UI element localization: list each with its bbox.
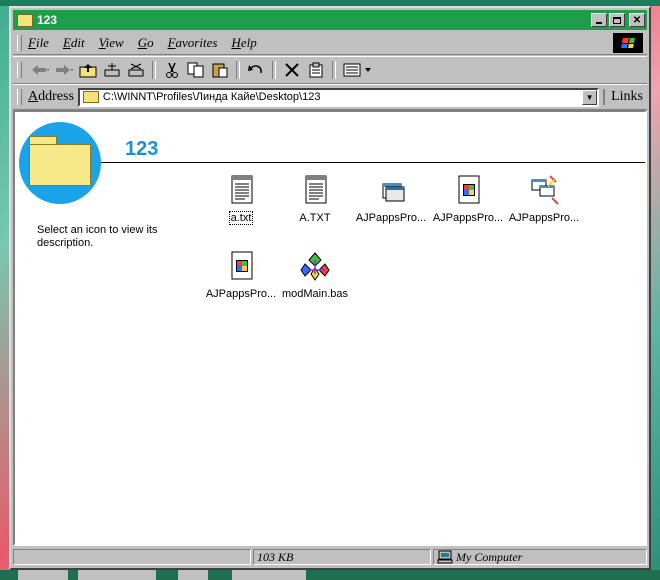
folder-title: 123 [125, 138, 159, 160]
file-item[interactable]: A.TXT [277, 174, 353, 224]
vb-workspace-icon [528, 174, 560, 206]
address-bar: Address C:\WINNT\Profiles\Линда Кайе\Des… [13, 84, 647, 110]
menu-view[interactable]: View [99, 35, 124, 51]
up-button[interactable] [77, 60, 99, 80]
file-item[interactable]: AJPappsPro... [430, 174, 506, 224]
close-button[interactable]: ✕ [629, 13, 645, 27]
toolbar-separator [272, 61, 276, 79]
status-location-panel: My Computer [433, 549, 647, 565]
undo-icon [248, 65, 262, 74]
taskbar [0, 570, 660, 580]
file-item[interactable]: modMain.bas [277, 250, 353, 300]
delete-button[interactable] [281, 60, 303, 80]
disconnect-icon [128, 63, 144, 77]
taskbar-button[interactable] [232, 570, 306, 580]
undo-button[interactable] [245, 60, 267, 80]
forward-button[interactable] [53, 60, 75, 80]
file-item[interactable]: a.txt [203, 174, 279, 225]
text-file-icon [299, 174, 331, 206]
properties-icon [309, 62, 323, 78]
menu-bar: File Edit View Go Favorites Help [13, 32, 647, 55]
address-input[interactable]: C:\WINNT\Profiles\Линда Кайе\Desktop\123… [77, 87, 600, 107]
menu-grip[interactable] [17, 35, 22, 51]
links-button[interactable]: Links [603, 89, 643, 105]
minimize-button[interactable] [591, 13, 607, 27]
vb-project-icon [225, 250, 257, 282]
views-button[interactable] [341, 60, 375, 80]
standard-toolbar [13, 56, 647, 84]
up-folder-icon [79, 64, 97, 78]
explorer-window: 123 ✕ File Edit View Go Favorites Help A… [9, 6, 651, 570]
chevron-down-icon: ▼ [585, 92, 594, 102]
toolbar-separator [236, 61, 240, 79]
toolbar-separator [332, 61, 336, 79]
title-divider [101, 162, 645, 163]
views-icon [343, 63, 371, 77]
paste-icon [212, 63, 228, 78]
vb-module-icon [299, 250, 331, 282]
menu-go[interactable]: Go [138, 35, 154, 51]
close-icon: ✕ [632, 14, 642, 26]
forward-icon [56, 65, 73, 75]
back-button[interactable] [29, 60, 51, 80]
menu-favorites[interactable]: Favorites [168, 35, 218, 51]
folder-view[interactable]: 123 Select an icon to view its descripti… [13, 110, 647, 546]
taskbar-button[interactable] [178, 570, 208, 580]
taskbar-button[interactable] [18, 570, 68, 580]
paste-button[interactable] [209, 60, 231, 80]
disconnect-button[interactable] [125, 60, 147, 80]
maximize-button[interactable] [609, 13, 625, 27]
taskbar-button[interactable] [78, 570, 156, 580]
address-value: C:\WINNT\Profiles\Линда Кайе\Desktop\123 [102, 91, 321, 103]
status-size: 103 KB [253, 549, 431, 565]
address-dropdown-button[interactable]: ▼ [582, 89, 598, 105]
file-name: AJPappsPro... [432, 212, 504, 224]
menu-file[interactable]: File [28, 35, 49, 51]
text-file-icon [225, 174, 257, 206]
folder-icon [17, 13, 33, 27]
toolbar-separator [152, 61, 156, 79]
file-name: AJPappsPro... [205, 288, 277, 300]
file-item[interactable]: AJPappsPro... [506, 174, 582, 224]
status-panel-empty [13, 549, 251, 565]
file-item[interactable]: AJPappsPro... [203, 250, 279, 300]
status-location: My Computer [456, 549, 523, 564]
file-name: a.txt [228, 211, 254, 225]
copy-button[interactable] [185, 60, 207, 80]
window-title: 123 [37, 13, 58, 27]
maximize-icon [613, 16, 621, 24]
delete-icon [285, 63, 299, 77]
file-name: A.TXT [299, 212, 331, 224]
minimize-icon [596, 22, 602, 24]
file-name: modMain.bas [281, 288, 349, 300]
copy-icon [187, 62, 204, 78]
status-bar: 103 KB My Computer [13, 548, 647, 566]
file-name: AJPappsPro... [508, 212, 580, 224]
title-bar[interactable]: 123 ✕ [13, 10, 647, 30]
map-drive-icon [104, 63, 120, 77]
address-label: Address [28, 89, 74, 104]
large-folder-icon [29, 144, 91, 186]
file-name: AJPappsPro... [355, 212, 427, 224]
file-item[interactable]: AJPappsPro... [353, 174, 429, 224]
menu-edit[interactable]: Edit [63, 35, 85, 51]
address-grip[interactable] [17, 89, 22, 105]
folder-description: Select an icon to view its description. [37, 224, 158, 249]
computer-icon [437, 550, 453, 564]
vb-project-icon [452, 174, 484, 206]
back-icon [32, 65, 49, 75]
toolbar-grip[interactable] [17, 62, 22, 78]
cut-button[interactable] [161, 60, 183, 80]
menu-help[interactable]: Help [231, 35, 256, 51]
windows-logo-icon [613, 33, 643, 53]
folder-icon [82, 91, 99, 103]
map-drive-button[interactable] [101, 60, 123, 80]
properties-button[interactable] [305, 60, 327, 80]
cut-icon [166, 62, 178, 78]
vb-group-icon [375, 174, 407, 206]
